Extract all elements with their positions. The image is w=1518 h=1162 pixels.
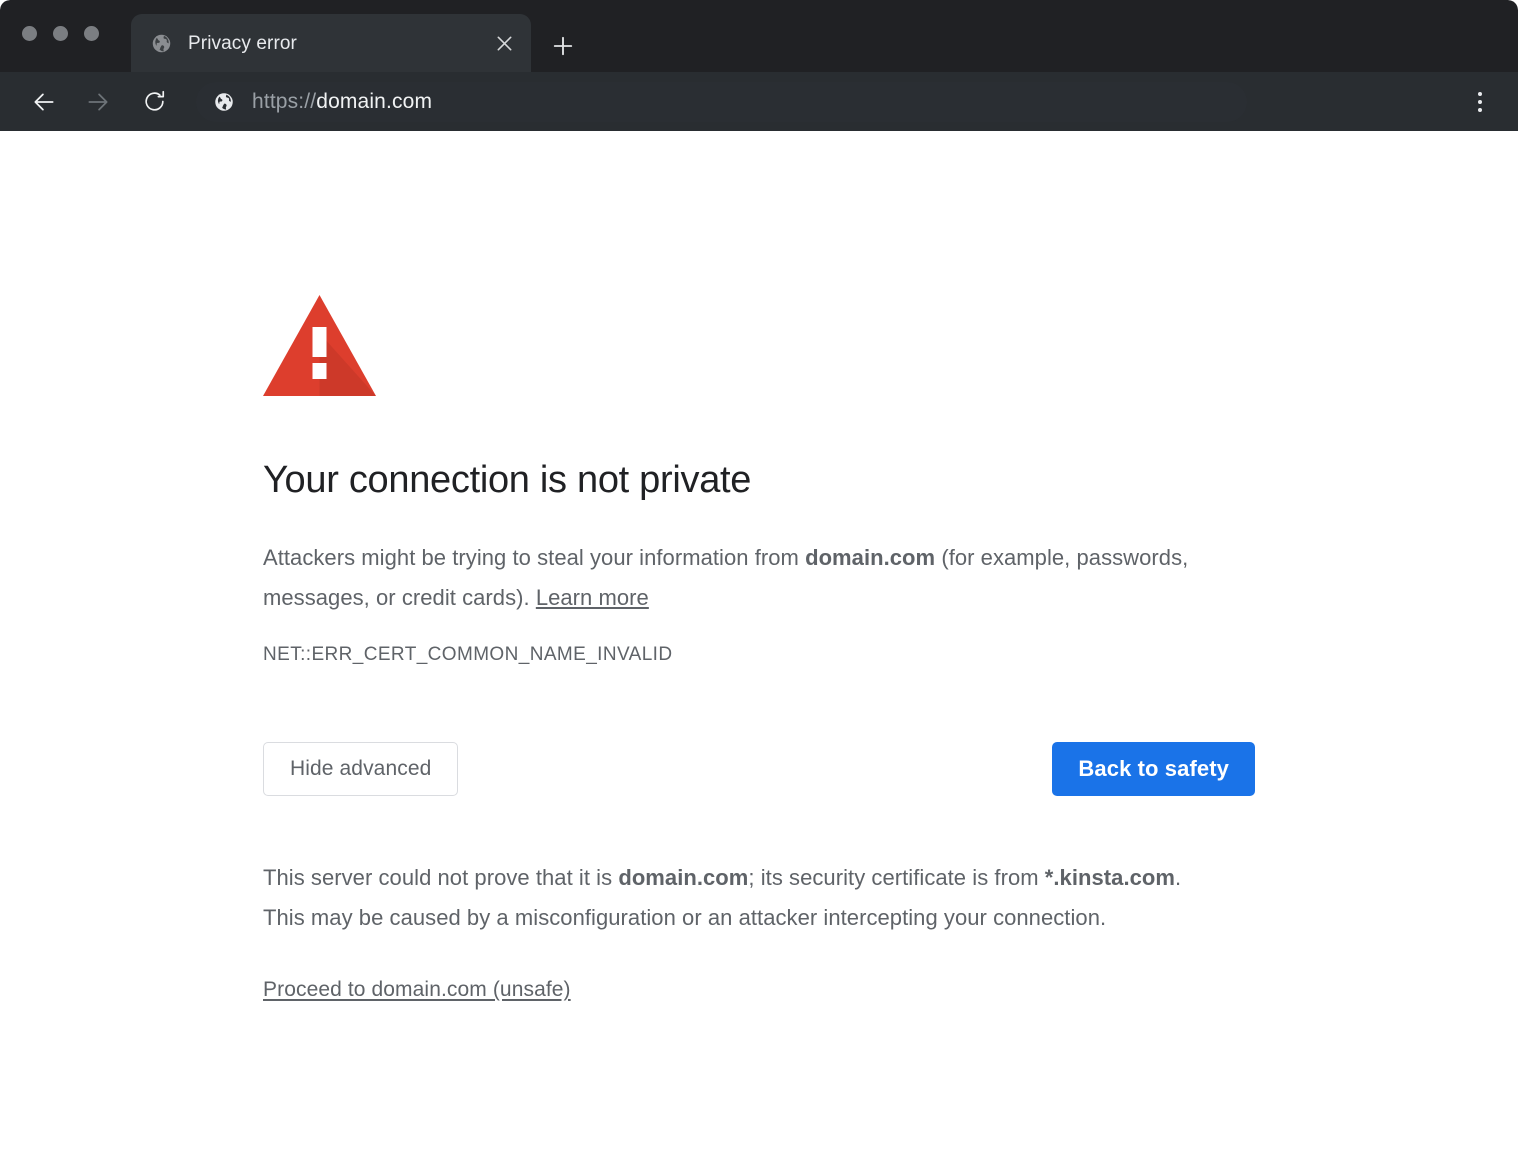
back-to-safety-button[interactable]: Back to safety bbox=[1052, 742, 1255, 796]
new-tab-button[interactable] bbox=[545, 28, 581, 64]
menu-dot bbox=[1478, 108, 1482, 112]
close-window-dot[interactable] bbox=[22, 26, 37, 41]
warning-triangle-icon bbox=[263, 295, 376, 396]
close-tab-icon[interactable] bbox=[487, 26, 521, 60]
advanced-text-1: This server could not prove that it is bbox=[263, 865, 618, 890]
maximize-window-dot[interactable] bbox=[84, 26, 99, 41]
globe-icon bbox=[214, 92, 234, 112]
menu-dot bbox=[1478, 100, 1482, 104]
description-part-1: Attackers might be trying to steal your … bbox=[263, 545, 805, 570]
browser-toolbar: https://domain.com bbox=[0, 72, 1518, 131]
url-host: domain.com bbox=[316, 90, 432, 113]
advanced-description: This server could not prove that it is d… bbox=[263, 858, 1223, 938]
arrow-left-icon bbox=[31, 89, 57, 115]
url-scheme: https:// bbox=[252, 90, 316, 113]
button-row: Hide advanced Back to safety bbox=[263, 742, 1255, 796]
close-icon-glyph bbox=[496, 35, 513, 52]
tab-privacy-error[interactable]: Privacy error bbox=[131, 14, 531, 72]
globe-icon bbox=[151, 33, 172, 54]
proceed-unsafe-link[interactable]: Proceed to domain.com (unsafe) bbox=[263, 978, 571, 1002]
tab-title: Privacy error bbox=[188, 34, 487, 53]
page-title: Your connection is not private bbox=[263, 457, 1263, 505]
reload-button[interactable] bbox=[134, 82, 174, 122]
minimize-window-dot[interactable] bbox=[53, 26, 68, 41]
browser-window: Privacy error bbox=[0, 0, 1518, 1162]
reload-icon bbox=[142, 89, 167, 114]
advanced-domain-1: domain.com bbox=[618, 865, 748, 890]
back-button[interactable] bbox=[24, 82, 64, 122]
window-traffic-lights bbox=[22, 26, 99, 41]
error-content: Your connection is not private Attackers… bbox=[263, 295, 1263, 1002]
tab-strip: Privacy error bbox=[0, 0, 1518, 72]
forward-button[interactable] bbox=[78, 82, 118, 122]
plus-icon bbox=[552, 35, 574, 57]
menu-dot bbox=[1478, 92, 1482, 96]
arrow-right-icon bbox=[85, 89, 111, 115]
error-page: Your connection is not private Attackers… bbox=[0, 131, 1518, 1162]
advanced-text-2: ; its security certificate is from bbox=[748, 865, 1044, 890]
error-description: Attackers might be trying to steal your … bbox=[263, 538, 1213, 618]
browser-menu-button[interactable] bbox=[1462, 84, 1498, 120]
browser-chrome: Privacy error bbox=[0, 0, 1518, 131]
address-bar-text: https://domain.com bbox=[252, 90, 432, 114]
hide-advanced-button[interactable]: Hide advanced bbox=[263, 742, 458, 796]
advanced-domain-2: *.kinsta.com bbox=[1045, 865, 1175, 890]
learn-more-link[interactable]: Learn more bbox=[536, 585, 649, 610]
address-bar[interactable]: https://domain.com bbox=[196, 82, 1247, 122]
description-domain: domain.com bbox=[805, 545, 935, 570]
advanced-section: This server could not prove that it is d… bbox=[263, 858, 1263, 1002]
error-code: NET::ERR_CERT_COMMON_NAME_INVALID bbox=[263, 641, 1263, 670]
